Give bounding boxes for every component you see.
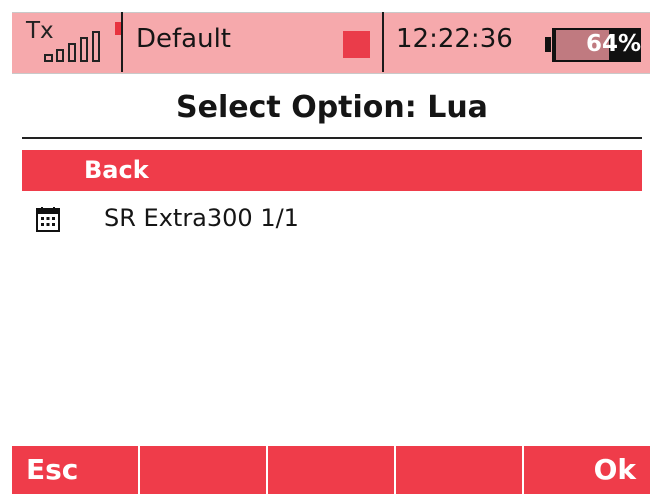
softkey-4[interactable] — [396, 446, 524, 494]
battery-percent: 64% — [585, 31, 641, 57]
calendar-icon — [36, 207, 60, 232]
softkey-2[interactable] — [140, 446, 268, 494]
back-list-item[interactable]: Back — [22, 150, 642, 191]
esc-label: Esc — [26, 453, 79, 486]
softkey-bar: Esc Ok — [12, 446, 650, 494]
signal-bar — [44, 54, 53, 62]
status-indicator — [343, 31, 370, 58]
page-title: Select Option: Lua — [176, 90, 488, 125]
tx-signal: Tx — [24, 14, 124, 70]
back-label: Back — [84, 156, 149, 184]
signal-bar — [56, 49, 64, 62]
softkey-3[interactable] — [268, 446, 396, 494]
profile-name[interactable]: Default — [136, 24, 231, 54]
ok-button[interactable]: Ok — [524, 446, 650, 494]
signal-bar — [92, 31, 100, 62]
title-divider — [22, 137, 642, 139]
signal-bar — [68, 43, 76, 62]
list-item[interactable]: SR Extra300 1/1 — [22, 200, 642, 238]
list-item-label: SR Extra300 1/1 — [104, 204, 299, 232]
battery-cap — [545, 37, 551, 52]
esc-button[interactable]: Esc — [12, 446, 140, 494]
battery-indicator: 64% — [545, 28, 641, 62]
signal-bar — [80, 37, 88, 62]
signal-strength-icon — [44, 24, 122, 68]
status-bar: Tx Default 12:22:36 64% — [0, 0, 650, 84]
clock: 12:22:36 — [396, 24, 513, 54]
ok-label: Ok — [593, 453, 636, 486]
status-divider — [382, 12, 384, 72]
status-divider — [121, 12, 123, 72]
